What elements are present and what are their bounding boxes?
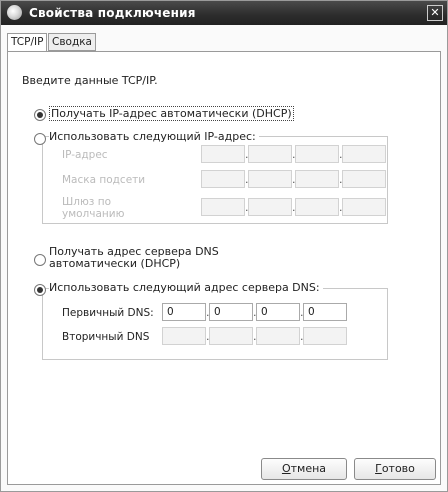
ip-address-label: IP-адрес [62,149,108,161]
secondary-dns-label: Вторичный DNS [62,331,150,343]
dns-manual-group [42,288,388,360]
ip-manual-label[interactable]: Использовать следующий IP-адрес: [49,130,259,143]
cancel-button[interactable]: Отмена [261,458,347,480]
primary-dns-label: Первичный DNS: [62,307,154,319]
ok-button[interactable]: Готово [354,458,436,480]
connection-properties-dialog: Свойства подключения ✕ TCP/IP Сводка Вве… [0,0,448,492]
dns-manual-label[interactable]: Использовать следующий адрес сервера DNS… [49,281,323,294]
window-title: Свойства подключения [29,6,196,20]
tab-tcpip[interactable]: TCP/IP [7,33,48,52]
close-button[interactable]: ✕ [427,5,443,21]
dns-auto-radio[interactable] [34,254,46,266]
title-bar: Свойства подключения ✕ [1,1,447,25]
dns-auto-label[interactable]: Получать адрес сервера DNS автоматически… [49,246,219,270]
gateway-label: Шлюз по умолчанию [62,196,125,220]
tab-summary[interactable]: Сводка [48,33,96,51]
subnet-mask-label: Маска подсети [62,174,146,186]
dns-manual-radio[interactable] [34,284,46,296]
ip-auto-radio[interactable] [34,109,46,121]
ip-auto-label[interactable]: Получать IP-адрес автоматически (DHCP) [49,106,294,121]
intro-text: Введите данные TCP/IP. [22,74,158,87]
ip-manual-radio[interactable] [34,133,46,145]
tcpip-panel: Введите данные TCP/IP. Получать IP-адрес… [7,51,441,485]
app-logo-icon [7,5,22,20]
